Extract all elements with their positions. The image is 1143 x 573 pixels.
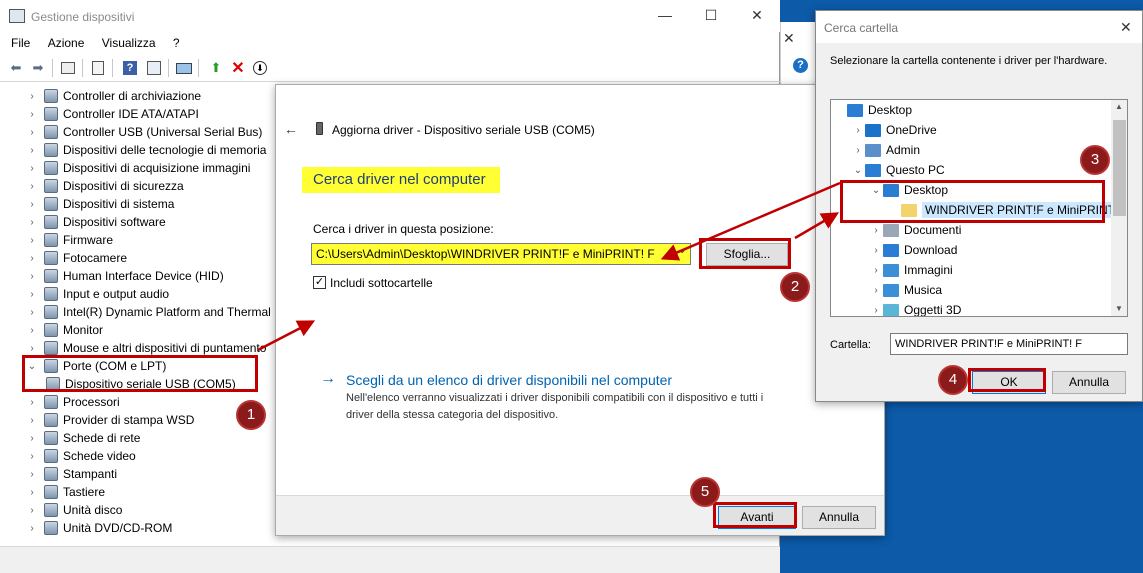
step-badge-3: 3 bbox=[1080, 145, 1110, 175]
arrow-folder-to-path bbox=[660, 181, 841, 261]
arrow-browse-to-folder bbox=[794, 212, 840, 240]
step-badge-4: 4 bbox=[938, 365, 968, 395]
step-badge-2: 2 bbox=[780, 272, 810, 302]
step-badge-5: 5 bbox=[690, 477, 720, 507]
annotation-arrows bbox=[257, 181, 841, 352]
step-badge-1: 1 bbox=[236, 400, 266, 430]
arrow-device-to-dialog bbox=[257, 320, 316, 352]
